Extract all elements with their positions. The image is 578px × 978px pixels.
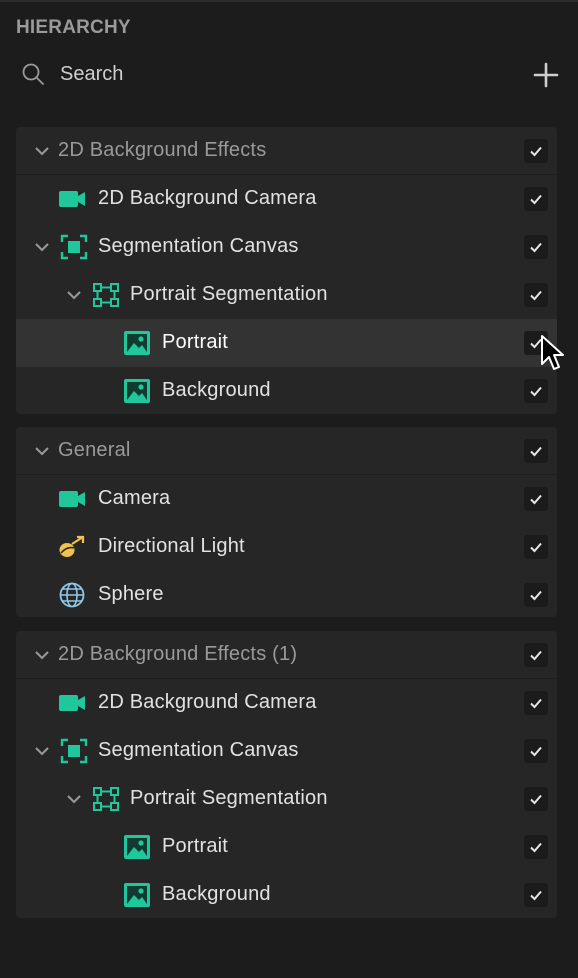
tree-item-selected[interactable]: Portrait <box>16 319 557 367</box>
tree-item-label: Segmentation Canvas <box>98 235 299 257</box>
group-label: General <box>58 439 131 461</box>
tree-item-label: Portrait Segmentation <box>130 787 328 809</box>
camera-icon <box>59 191 85 207</box>
tree-item[interactable]: 2D Background Camera <box>16 679 557 727</box>
tree-item[interactable]: Camera <box>16 475 557 523</box>
search-input[interactable] <box>60 60 480 88</box>
segmentation-icon <box>93 787 119 811</box>
segmentation-icon <box>93 283 119 307</box>
top-divider <box>0 0 578 2</box>
tree-item-label: Background <box>162 883 271 905</box>
image-icon <box>124 331 150 355</box>
tree-item-label: Portrait Segmentation <box>130 283 328 305</box>
add-button[interactable] <box>533 62 559 88</box>
visibility-checkbox[interactable] <box>524 139 548 163</box>
chevron-down-icon[interactable] <box>34 744 50 758</box>
visibility-checkbox[interactable] <box>524 739 548 763</box>
visibility-checkbox[interactable] <box>524 187 548 211</box>
visibility-checkbox[interactable] <box>524 787 548 811</box>
group-header[interactable]: 2D Background Effects (1) <box>16 631 557 679</box>
hierarchy-group-2d-background-effects-1: 2D Background Effects (1) 2D Background … <box>16 631 557 918</box>
tree-item-label: 2D Background Camera <box>98 187 317 209</box>
mouse-cursor-icon <box>541 335 564 370</box>
tree-item[interactable]: 2D Background Camera <box>16 175 557 223</box>
tree-item[interactable]: Segmentation Canvas <box>16 727 557 775</box>
tree-item[interactable]: Sphere <box>16 571 557 617</box>
chevron-down-icon[interactable] <box>34 648 50 662</box>
group-header[interactable]: 2D Background Effects <box>16 127 557 175</box>
tree-item-label: Directional Light <box>98 535 245 557</box>
group-header[interactable]: General <box>16 427 557 475</box>
visibility-checkbox[interactable] <box>524 235 548 259</box>
tree-item[interactable]: Portrait <box>16 823 557 871</box>
group-label: 2D Background Effects (1) <box>58 643 298 665</box>
visibility-checkbox[interactable] <box>524 883 548 907</box>
visibility-checkbox[interactable] <box>524 379 548 403</box>
tree-item[interactable]: Portrait Segmentation <box>16 775 557 823</box>
visibility-checkbox[interactable] <box>524 439 548 463</box>
chevron-down-icon[interactable] <box>34 144 50 158</box>
canvas-icon <box>60 738 88 764</box>
image-icon <box>124 835 150 859</box>
chevron-down-icon[interactable] <box>34 444 50 458</box>
sphere-icon <box>59 582 85 608</box>
chevron-down-icon[interactable] <box>66 792 82 806</box>
hierarchy-group-general: General Camera Directional Light Sphere <box>16 427 557 617</box>
visibility-checkbox[interactable] <box>524 487 548 511</box>
hierarchy-group-2d-background-effects: 2D Background Effects 2D Background Came… <box>16 127 557 414</box>
visibility-checkbox[interactable] <box>524 535 548 559</box>
search-bar <box>16 58 562 92</box>
visibility-checkbox[interactable] <box>524 691 548 715</box>
tree-item-label: Portrait <box>162 835 229 857</box>
tree-item[interactable]: Background <box>16 871 557 918</box>
camera-icon <box>59 491 85 507</box>
tree-item-label: 2D Background Camera <box>98 691 317 713</box>
image-icon <box>124 379 150 403</box>
tree-item-label: Segmentation Canvas <box>98 739 299 761</box>
visibility-checkbox[interactable] <box>524 583 548 607</box>
visibility-checkbox[interactable] <box>524 283 548 307</box>
tree-item[interactable]: Background <box>16 367 557 414</box>
chevron-down-icon[interactable] <box>66 288 82 302</box>
search-icon <box>22 63 44 85</box>
tree-item[interactable]: Portrait Segmentation <box>16 271 557 319</box>
tree-item[interactable]: Directional Light <box>16 523 557 571</box>
panel-title: HIERARCHY <box>16 17 131 38</box>
image-icon <box>124 883 150 907</box>
tree-item-label: Portrait <box>162 331 229 353</box>
tree-item-label: Sphere <box>98 583 164 605</box>
directional-light-icon <box>59 535 85 557</box>
canvas-icon <box>60 234 88 260</box>
tree-item-label: Camera <box>98 487 171 509</box>
visibility-checkbox[interactable] <box>524 835 548 859</box>
chevron-down-icon[interactable] <box>34 240 50 254</box>
camera-icon <box>59 695 85 711</box>
group-label: 2D Background Effects <box>58 139 267 161</box>
visibility-checkbox[interactable] <box>524 643 548 667</box>
tree-item[interactable]: Segmentation Canvas <box>16 223 557 271</box>
tree-item-label: Background <box>162 379 271 401</box>
